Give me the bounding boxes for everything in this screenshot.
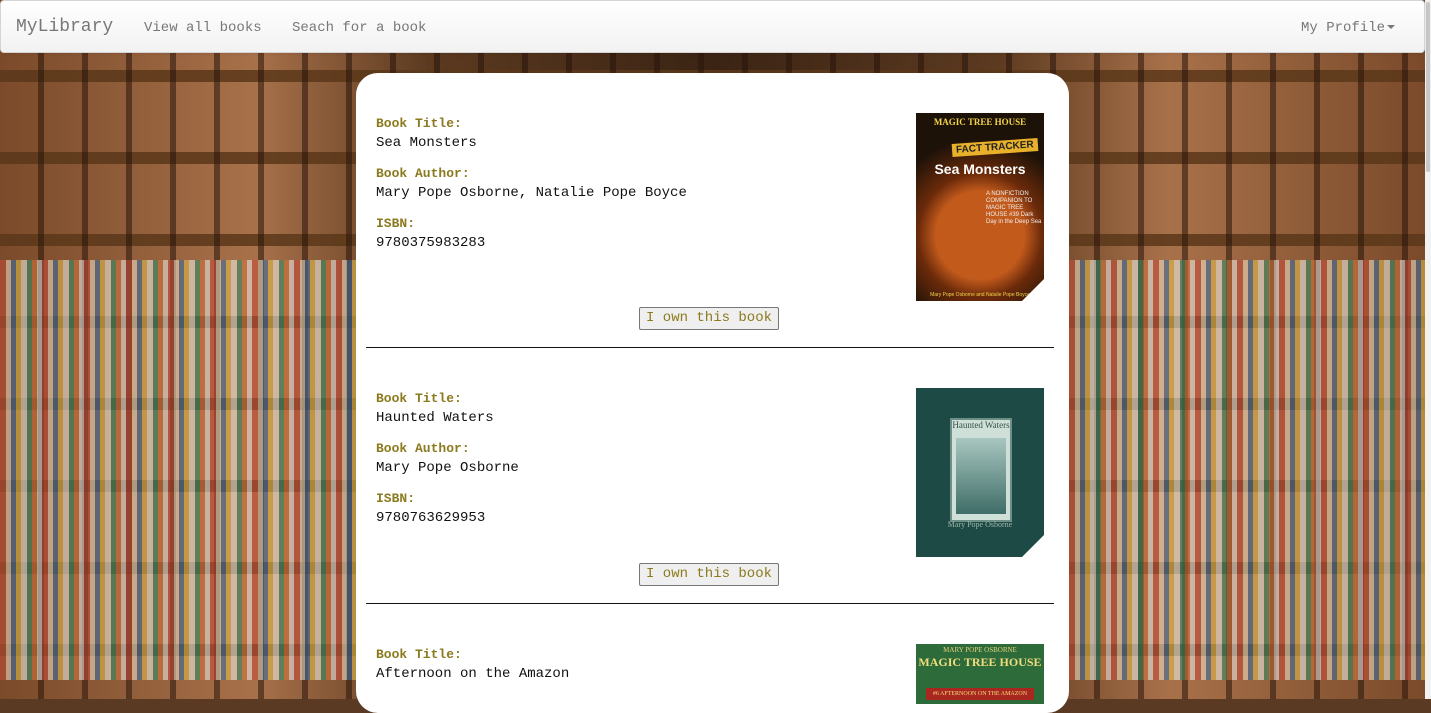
nav-view-all-books[interactable]: View all books: [144, 20, 262, 36]
profile-dropdown[interactable]: My Profile: [1301, 20, 1396, 36]
book-divider: [366, 347, 1054, 348]
book-cover-image: MAGIC TREE HOUSE FACT TRACKER Sea Monste…: [916, 113, 1044, 301]
book-cover-image: Haunted Waters Mary Pope Osborne: [916, 388, 1044, 557]
book-title-label: Book Title:: [376, 116, 462, 131]
caret-down-icon: [1387, 25, 1396, 30]
navbar: MyLibrary View all books Seach for a boo…: [0, 0, 1425, 53]
book-author-label: Book Author:: [376, 166, 470, 181]
cover-author: MARY POPE OSBORNE: [943, 646, 1017, 654]
brand-link[interactable]: MyLibrary: [16, 17, 113, 37]
book-title-label: Book Title:: [376, 647, 462, 662]
isbn-label: ISBN:: [376, 216, 416, 231]
cover-frame: [950, 418, 1012, 522]
book-title: Afternoon on the Amazon: [376, 666, 570, 682]
own-book-button[interactable]: I own this book: [639, 307, 779, 330]
cover-series: MAGIC TREE HOUSE: [933, 117, 1027, 127]
isbn-value: 9780375983283: [376, 235, 486, 251]
page-curl-icon: [1022, 535, 1044, 557]
background-bookshelf-right: [1069, 260, 1425, 680]
scrollbar-thumb[interactable]: [1426, 2, 1430, 172]
cover-title: Haunted Waters: [952, 420, 1010, 430]
cover-title: Sea Monsters: [934, 161, 1026, 177]
book-author: Mary Pope Osborne: [376, 460, 519, 476]
book-divider: [366, 603, 1054, 604]
book-title: Sea Monsters: [376, 135, 477, 151]
book-author-label: Book Author:: [376, 441, 470, 456]
cover-illustration: [956, 438, 1006, 514]
cover-badge: FACT TRACKER: [951, 138, 1039, 157]
book-cover-image: MARY POPE OSBORNE MAGIC TREE HOUSE #6 AF…: [916, 644, 1044, 704]
profile-label: My Profile: [1301, 20, 1386, 36]
cover-series: MAGIC TREE HOUSE: [918, 655, 1042, 669]
book-author: Mary Pope Osborne, Natalie Pope Boyce: [376, 185, 687, 201]
cover-author: Mary Pope Osborne: [947, 520, 1013, 529]
own-book-button[interactable]: I own this book: [639, 563, 779, 586]
isbn-label: ISBN:: [376, 491, 416, 506]
cover-subtitle: A NONFICTION COMPANION TO MAGIC TREE HOU…: [986, 191, 1042, 225]
book-list-panel: Book Title: Sea Monsters Book Author: Ma…: [356, 73, 1069, 713]
nav-search-book[interactable]: Seach for a book: [292, 20, 426, 36]
isbn-value: 9780763629953: [376, 510, 486, 526]
cover-banner: #6 AFTERNOON ON THE AMAZON: [926, 688, 1034, 700]
book-title-label: Book Title:: [376, 391, 462, 406]
page-curl-icon: [1022, 279, 1044, 301]
background-bookshelf-left: [0, 260, 356, 680]
page-scrollbar[interactable]: [1425, 0, 1431, 699]
book-title: Haunted Waters: [376, 410, 494, 426]
